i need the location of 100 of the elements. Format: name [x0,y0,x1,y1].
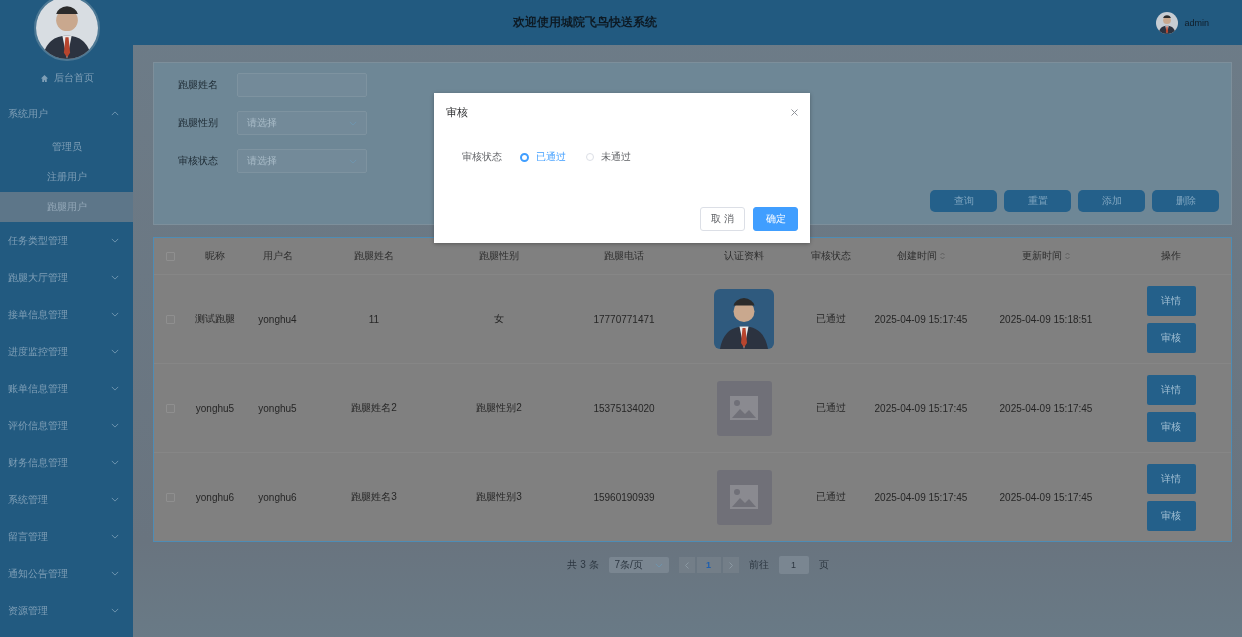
chevron-icon [111,312,119,317]
column-header: 跑腿姓名 [353,249,395,263]
sidebar-label: 财务信息管理 [8,455,68,470]
table-cell-text: yonghu4 [257,313,298,325]
field-label: 审核状态 [462,150,502,164]
chevron-icon [111,423,119,428]
sidebar-item[interactable]: 接单信息管理 [0,296,133,333]
table-cell-text: yonghu5 [194,402,236,414]
table-cell-text: 已通过 [815,490,847,504]
goto-label: 前往 [748,558,769,572]
dialog-button[interactable]: 确定 [753,207,798,231]
table-cell-text: 2025-04-09 15:17:45 [873,491,969,503]
sidebar-label: 资源管理 [8,603,48,618]
sidebar-label: 跑腿大厅管理 [8,270,68,285]
radio-button[interactable] [520,152,529,162]
column-header: 认证资料 [723,249,765,263]
field-label: 跑腿性别 [178,116,219,130]
row-button[interactable]: 详情 [1146,285,1196,316]
sidebar-item[interactable]: 任务类型管理 [0,222,133,259]
sidebar-subitem[interactable]: 注册用户 [0,162,133,192]
row-button[interactable]: 详情 [1146,463,1196,494]
sidebar-item[interactable]: 留言管理 [0,518,133,555]
close-icon[interactable] [791,109,798,116]
table-cell-text: 15375134020 [592,402,656,414]
table-cell-text: 2025-04-09 15:17:45 [873,313,969,325]
table-cell-text: 2025-04-09 15:17:45 [873,402,969,414]
chevron-icon [111,534,119,539]
table-cell-text: 17770771471 [592,313,656,325]
column-header[interactable]: 创建时间 [861,249,981,263]
table-cell-text: yonghu6 [257,491,298,503]
column-header[interactable]: 更新时间 [981,249,1111,263]
chevron-icon [111,608,119,613]
row-button[interactable]: 详情 [1146,374,1196,405]
image-icon [729,395,759,421]
sidebar-item[interactable]: 系统管理 [0,481,133,518]
chevron-icon [111,571,119,576]
total-count: 共 3 条 [567,558,599,572]
sidebar-item[interactable]: 账单信息管理 [0,370,133,407]
sidebar-label: 后台首页 [53,71,94,85]
header-title: 欢迎使用城院飞鸟快送系统 [513,14,657,31]
chevron-icon [111,275,119,280]
action-button[interactable]: 添加 [1078,190,1145,212]
page-number[interactable]: 1 [696,557,721,573]
table-cell-text: 15960190939 [592,491,656,503]
sidebar-label: 进度监控管理 [8,344,68,359]
table-cell-text: 已通过 [815,312,847,326]
next-page-button[interactable] [722,557,739,573]
sidebar-item[interactable]: 后台首页 [0,61,133,95]
sidebar-item[interactable]: 跑腿大厅管理 [0,259,133,296]
sidebar-item[interactable]: 评价信息管理 [0,407,133,444]
sidebar-item[interactable]: 通知公告管理 [0,555,133,592]
column-header: 操作 [1160,249,1182,263]
sidebar-item[interactable]: 进度监控管理 [0,333,133,370]
image-icon [729,484,759,510]
column-header: 用户名 [261,249,294,263]
chevron-right-icon [728,561,733,569]
page-input[interactable]: 1 [778,556,809,574]
table-cell-text: 跑腿性别3 [475,490,523,504]
sidebar-label: 留言管理 [8,529,48,544]
sidebar-subitem[interactable]: 管理员 [0,132,133,162]
chevron-icon [111,497,119,502]
sidebar-item[interactable]: 资源管理 [0,592,133,629]
chevron-left-icon [684,561,689,569]
sidebar-label: 接单信息管理 [8,307,68,322]
radio-option[interactable]: 未通过 [586,150,631,164]
table-cell-text: 跑腿姓名2 [350,401,398,415]
sidebar-label: 系统用户 [8,106,48,121]
radio-option[interactable]: 已通过 [520,150,566,164]
action-button[interactable]: 删除 [1152,190,1219,212]
table-cell-text: 测试跑腿 [194,312,236,326]
column-header: 跑腿电话 [603,249,645,263]
chevron-icon [111,238,119,243]
page-suffix: 页 [818,558,829,572]
page-size-select[interactable]: 7条/页 [608,557,669,573]
table-cell-text: 跑腿性别2 [475,401,523,415]
table-cell-text: 2025-04-09 15:17:45 [998,402,1094,414]
dialog-button[interactable]: 取 消 [700,207,745,231]
sidebar-label: 评价信息管理 [8,418,68,433]
row-button[interactable]: 审核 [1146,411,1196,442]
home-icon [39,73,49,83]
table-cell-text: 2025-04-09 15:17:45 [998,491,1094,503]
table-cell-text: 女 [493,312,505,326]
field-label: 审核状态 [178,154,219,168]
table-cell-text: yonghu5 [257,402,298,414]
chevron-icon [111,111,119,116]
chevron-icon [111,386,119,391]
sort-icon [1065,252,1070,260]
sidebar-item[interactable]: 系统用户 [0,95,133,132]
row-button[interactable]: 审核 [1146,500,1196,531]
action-button[interactable]: 查询 [930,190,997,212]
column-header: 昵称 [204,249,226,263]
prev-page-button[interactable] [678,557,695,573]
column-header: 审核状态 [810,249,852,263]
row-button[interactable]: 审核 [1146,322,1196,353]
action-button[interactable]: 重置 [1004,190,1071,212]
sidebar-item[interactable]: 财务信息管理 [0,444,133,481]
sidebar-label: 账单信息管理 [8,381,68,396]
table-cell-text: 2025-04-09 15:18:51 [998,313,1094,325]
field-label: 跑腿姓名 [178,78,219,92]
user-name[interactable]: admin [1184,17,1209,28]
